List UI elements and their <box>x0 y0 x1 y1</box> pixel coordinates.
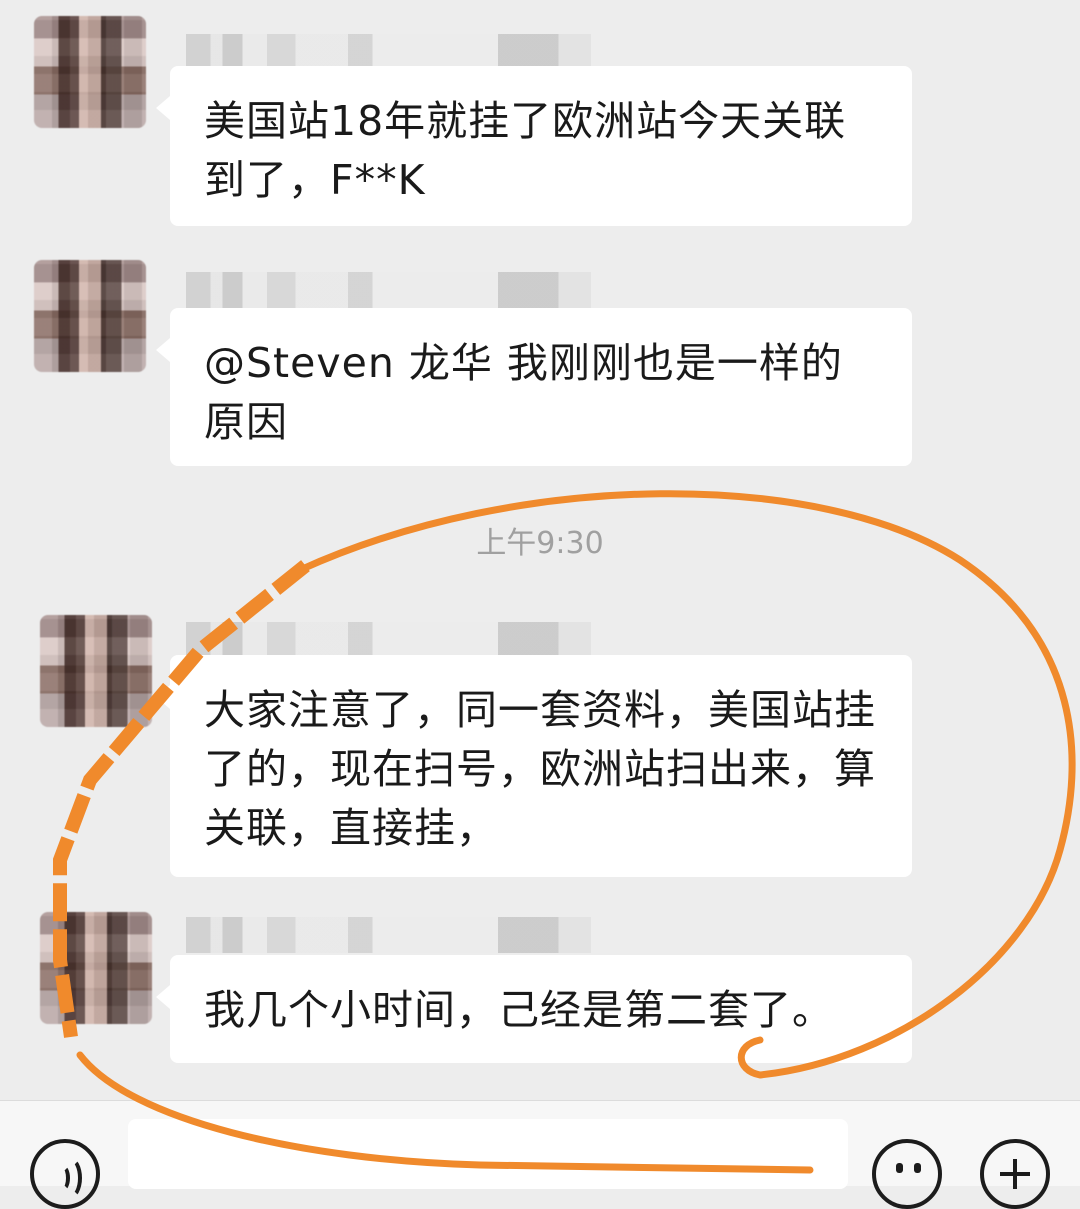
nickname-blurred <box>186 34 591 70</box>
message-text: 我几个小时间，己经是第二套了。 <box>204 986 834 1034</box>
message-text: 美国站18年就挂了欧洲站今天关联到了，F**K <box>204 97 847 204</box>
message-text: 大家注意了，同一套资料，美国站挂了的，现在扫号，欧洲站扫出来，算关联，直接挂， <box>204 686 876 852</box>
message-bubble[interactable]: 大家注意了，同一套资料，美国站挂了的，现在扫号，欧洲站扫出来，算关联，直接挂， <box>156 655 912 877</box>
voice-icon[interactable] <box>30 1139 100 1209</box>
nickname-blurred <box>186 917 591 953</box>
plus-icon[interactable] <box>980 1139 1050 1209</box>
message-text: @Steven 龙华 我刚刚也是一样的原因 <box>204 339 843 446</box>
avatar[interactable] <box>40 615 152 727</box>
avatar[interactable] <box>34 16 146 128</box>
emoji-icon[interactable] <box>872 1139 942 1209</box>
message-input[interactable] <box>128 1119 848 1189</box>
avatar[interactable] <box>34 260 146 372</box>
input-bar <box>0 1100 1080 1209</box>
chat-area[interactable]: 美国站18年就挂了欧洲站今天关联到了，F**K @Steven 龙华 我刚刚也是… <box>0 0 1080 1100</box>
message-bubble[interactable]: 我几个小时间，己经是第二套了。 <box>156 955 912 1063</box>
message-bubble[interactable]: 美国站18年就挂了欧洲站今天关联到了，F**K <box>156 66 912 226</box>
avatar[interactable] <box>40 912 152 1024</box>
nickname-blurred <box>186 622 591 658</box>
message-bubble[interactable]: @Steven 龙华 我刚刚也是一样的原因 <box>156 308 912 466</box>
nickname-blurred <box>186 272 591 308</box>
timestamp: 上午9:30 <box>476 526 604 561</box>
